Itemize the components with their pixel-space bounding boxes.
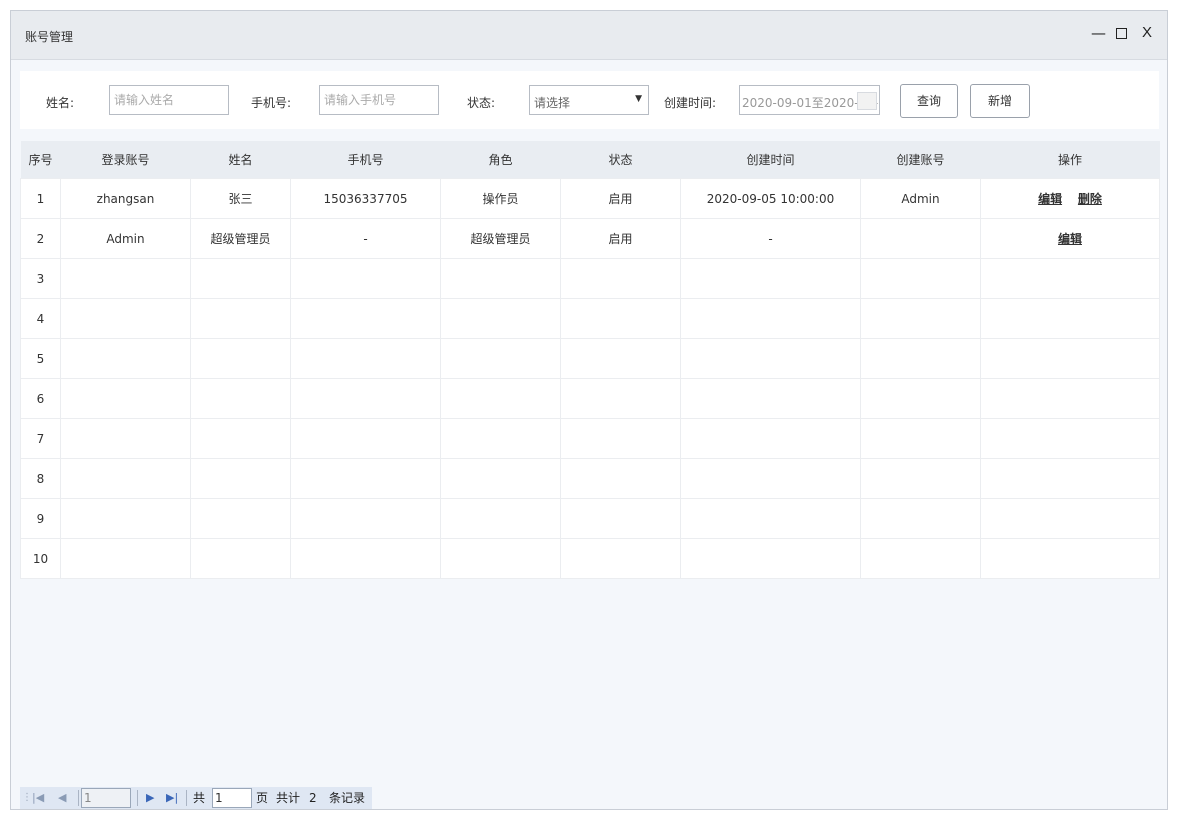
- cell-created: 2020-09-05 10:00:00: [680, 178, 861, 219]
- maximize-button[interactable]: [1116, 24, 1127, 43]
- cell-index: 8: [20, 458, 61, 499]
- cell-status: 启用: [560, 218, 681, 259]
- total-pages-input[interactable]: 1: [212, 788, 252, 808]
- filter-bar: 姓名: 手机号: 状态: 请选择 ▼ 创建时间: 2020-09-01至2020…: [20, 71, 1159, 129]
- cell-actions: 编辑: [980, 218, 1160, 259]
- account-table: 序号 登录账号 姓名 手机号 角色 状态 创建时间 创建账号 操作 1 zhan…: [20, 141, 1160, 579]
- title-bar: 账号管理 — X: [11, 11, 1167, 60]
- cell-index: 3: [20, 258, 61, 299]
- close-button[interactable]: X: [1142, 24, 1152, 42]
- cell-created: -: [680, 218, 861, 259]
- table-row[interactable]: 8: [20, 458, 1160, 499]
- cell-name: 超级管理员: [190, 218, 291, 259]
- created-time-range-input[interactable]: 2020-09-01至2020-09-30: [739, 85, 880, 115]
- status-label: 状态:: [467, 96, 496, 110]
- pagination-bar: ⋮ |◀ ◀ 1 ▶ ▶| 共 1 页 共计 2 条记录: [20, 787, 372, 809]
- prev-page-icon[interactable]: ◀: [58, 787, 66, 809]
- minimize-button[interactable]: —: [1091, 24, 1106, 42]
- name-label: 姓名:: [46, 96, 75, 110]
- first-page-icon[interactable]: |◀: [32, 787, 44, 809]
- phone-input[interactable]: [319, 85, 439, 115]
- created-time-label: 创建时间:: [664, 96, 717, 110]
- window-title: 账号管理: [25, 30, 74, 44]
- last-page-icon[interactable]: ▶|: [166, 787, 178, 809]
- header-status: 状态: [560, 141, 681, 179]
- chevron-down-icon: ▼: [635, 94, 642, 104]
- phone-label: 手机号:: [251, 96, 292, 110]
- records-count: 2: [309, 791, 317, 805]
- cell-index: 4: [20, 298, 61, 339]
- table-row[interactable]: 9: [20, 498, 1160, 539]
- table-row[interactable]: 10: [20, 538, 1160, 579]
- total-pages-label: 共: [193, 791, 206, 805]
- pager-divider: [78, 790, 79, 806]
- header-account: 登录账号: [60, 141, 191, 179]
- cell-status: 启用: [560, 178, 681, 219]
- header-role: 角色: [440, 141, 561, 179]
- cell-index: 2: [20, 218, 61, 259]
- table-header-row: 序号 登录账号 姓名 手机号 角色 状态 创建时间 创建账号 操作: [20, 141, 1160, 179]
- header-phone: 手机号: [290, 141, 441, 179]
- edit-link[interactable]: 编辑: [1058, 232, 1082, 246]
- cell-index: 1: [20, 178, 61, 219]
- table-row[interactable]: 1 zhangsan 张三 15036337705 操作员 启用 2020-09…: [20, 178, 1160, 219]
- cell-index: 9: [20, 498, 61, 539]
- table-row[interactable]: 5: [20, 338, 1160, 379]
- header-actions: 操作: [980, 141, 1160, 179]
- edit-link[interactable]: 编辑: [1038, 192, 1062, 206]
- pager-divider: [186, 790, 187, 806]
- table-row[interactable]: 3: [20, 258, 1160, 299]
- status-select[interactable]: 请选择 ▼: [529, 85, 649, 115]
- header-creator: 创建账号: [860, 141, 981, 179]
- add-button[interactable]: 新增: [970, 84, 1030, 118]
- cell-actions: 编辑 删除: [980, 178, 1160, 219]
- pager-divider: [137, 790, 138, 806]
- current-page-input[interactable]: 1: [81, 788, 131, 808]
- cell-index: 6: [20, 378, 61, 419]
- records-suffix-label: 条记录: [329, 791, 366, 805]
- cell-creator: Admin: [860, 178, 981, 219]
- table-row[interactable]: 4: [20, 298, 1160, 339]
- cell-role: 超级管理员: [440, 218, 561, 259]
- query-button[interactable]: 查询: [900, 84, 958, 118]
- cell-account: zhangsan: [60, 178, 191, 219]
- name-input[interactable]: [109, 85, 229, 115]
- next-page-icon[interactable]: ▶: [146, 787, 154, 809]
- status-select-value: 请选择: [534, 96, 571, 110]
- cell-creator: [860, 218, 981, 259]
- grip-icon: ⋮: [22, 792, 32, 803]
- cell-phone: -: [290, 218, 441, 259]
- table-row[interactable]: 6: [20, 378, 1160, 419]
- header-name: 姓名: [190, 141, 291, 179]
- header-created: 创建时间: [680, 141, 861, 179]
- cell-index: 5: [20, 338, 61, 379]
- table-row[interactable]: 7: [20, 418, 1160, 459]
- cell-phone: 15036337705: [290, 178, 441, 219]
- cell-index: 10: [20, 538, 61, 579]
- account-management-window: 账号管理 — X 姓名: 手机号: 状态: 请选择 ▼ 创建时间: 2020-0…: [10, 10, 1168, 810]
- records-prefix-label: 共计: [276, 791, 301, 805]
- cell-name: 张三: [190, 178, 291, 219]
- page-suffix-label: 页: [256, 791, 269, 805]
- header-index: 序号: [20, 141, 61, 179]
- cell-index: 7: [20, 418, 61, 459]
- maximize-icon: [1116, 28, 1127, 39]
- delete-link[interactable]: 删除: [1078, 192, 1102, 206]
- cell-role: 操作员: [440, 178, 561, 219]
- cell-account: Admin: [60, 218, 191, 259]
- calendar-icon[interactable]: [857, 92, 877, 110]
- table-row[interactable]: 2 Admin 超级管理员 - 超级管理员 启用 - 编辑: [20, 218, 1160, 259]
